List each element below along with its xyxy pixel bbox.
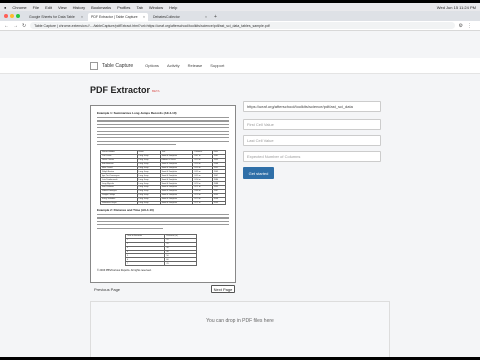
table-cell: Sand & Footplate xyxy=(159,200,194,206)
nav-support[interactable]: Support xyxy=(210,63,224,68)
toolbar: ← → ↻ Table Capture | chrome-extension:/… xyxy=(0,21,480,31)
menu-edit[interactable]: Edit xyxy=(45,5,52,10)
forward-icon[interactable]: → xyxy=(13,23,18,29)
dropzone-text: You can drop in PDF files here xyxy=(206,318,274,324)
columns-input[interactable]: Expected Number of Columns xyxy=(243,151,381,162)
video-frame: ● Chrome File Edit View History Bookmark… xyxy=(0,0,480,360)
brand[interactable]: Table Capture xyxy=(90,61,134,70)
menu-profiles[interactable]: Profiles xyxy=(117,5,130,10)
brand-name: Table Capture xyxy=(102,62,134,69)
pdf-table-2: Time in Seconds Distance (m) 1 10 2 20 3 30 4 40 5… xyxy=(124,234,197,267)
window-controls xyxy=(4,14,20,18)
apple-icon[interactable]: ● xyxy=(4,5,6,10)
menu-chrome[interactable]: Chrome xyxy=(12,5,26,10)
page-title: PDF Extractor BETA xyxy=(90,85,160,95)
last-cell-input[interactable]: Last Cell Value xyxy=(243,135,381,146)
new-tab-icon[interactable]: + xyxy=(214,13,217,21)
previous-page-button[interactable]: Previous Page xyxy=(94,285,120,293)
beta-badge: BETA xyxy=(152,88,160,93)
nav-options[interactable]: Options xyxy=(145,63,159,68)
nav-activity[interactable]: Activity xyxy=(167,63,180,68)
menu-view[interactable]: View xyxy=(58,5,67,10)
pdf-preview: Example 1: Summarizes Long Jumps Records… xyxy=(90,105,236,283)
screen: ● Chrome File Edit View History Bookmark… xyxy=(0,3,480,357)
first-cell-input[interactable]: First Cell Value xyxy=(243,119,381,130)
table-row: 7 70 xyxy=(124,261,197,267)
site-header: Table Capture Options Activity Release S… xyxy=(0,58,480,74)
table-cell: Sebastian Bayer xyxy=(100,200,138,206)
pdf-example1-title: Example 1: Summarizes Long Jumps Records… xyxy=(97,111,177,115)
page-title-text: PDF Extractor xyxy=(90,85,151,95)
pdf-footer: © 2003 PBS/Curious Reports. All rights r… xyxy=(97,269,152,272)
table-row: Sebastian Bayer Long Jump Sand & Footplate… xyxy=(100,200,227,206)
table-cell: 70 xyxy=(164,261,197,267)
pdf-paragraph-1 xyxy=(97,117,229,147)
back-icon[interactable]: ← xyxy=(4,23,9,29)
pdf-example2-title: Example 2: Distance and Time (All-4-10) xyxy=(97,208,154,212)
tab-label: DebatesCollector xyxy=(153,15,180,19)
pdf-dropzone[interactable]: You can drop in PDF files here xyxy=(90,301,390,357)
tab-strip: Google Sheets for Data Table × PDF Extrac… xyxy=(0,11,480,21)
pdf-table-1: Record Holder Event Tool Distance Date Carl L… xyxy=(100,150,227,206)
pdf-paragraph-2 xyxy=(97,214,229,231)
tab-debates[interactable]: DebatesCollector × xyxy=(150,13,210,21)
extensions-icon[interactable]: ⚙ xyxy=(459,23,463,29)
menu-bookmarks[interactable]: Bookmarks xyxy=(91,5,111,10)
macos-menubar: ● Chrome File Edit View History Bookmark… xyxy=(0,3,480,11)
tab-pdf-extractor[interactable]: PDF Extractor | Table Capture × xyxy=(88,13,148,21)
menu-window[interactable]: Window xyxy=(149,5,163,10)
menu-history[interactable]: History xyxy=(73,5,85,10)
close-tab-icon[interactable]: × xyxy=(81,15,83,19)
table-cell: 8.71 m xyxy=(192,200,213,206)
tab-label: PDF Extractor | Table Capture xyxy=(91,15,138,19)
close-window-icon[interactable] xyxy=(4,14,8,18)
menu-kebab-icon[interactable]: ⋮ xyxy=(467,23,472,29)
menu-help[interactable]: Help xyxy=(169,5,177,10)
tab-sheets[interactable]: Google Sheets for Data Table × xyxy=(26,13,86,21)
zoom-window-icon[interactable] xyxy=(16,14,20,18)
pdf-url-input[interactable]: https://ueaf.org/afterschool/toolkits/sc… xyxy=(243,101,381,112)
address-bar[interactable]: Table Capture | chrome-extension://..../… xyxy=(30,22,455,29)
table-cell: 2009 xyxy=(211,200,227,206)
menu-tab[interactable]: Tab xyxy=(136,5,142,10)
tab-label: Google Sheets for Data Table xyxy=(29,15,75,19)
minimize-window-icon[interactable] xyxy=(10,14,14,18)
get-started-button[interactable]: Get started xyxy=(243,167,274,179)
menubar-clock: Wed Jun 15 11:24 PM xyxy=(436,4,476,10)
reload-icon[interactable]: ↻ xyxy=(22,23,26,29)
close-tab-icon[interactable]: × xyxy=(205,15,207,19)
menu-file[interactable]: File xyxy=(33,5,39,10)
nav-release[interactable]: Release xyxy=(188,63,203,68)
logo-icon xyxy=(90,61,98,70)
table-cell: Long Jump xyxy=(136,200,161,206)
close-tab-icon[interactable]: × xyxy=(143,15,145,19)
next-page-button[interactable]: Next Page xyxy=(211,285,235,293)
table-cell: 7 xyxy=(124,261,166,267)
